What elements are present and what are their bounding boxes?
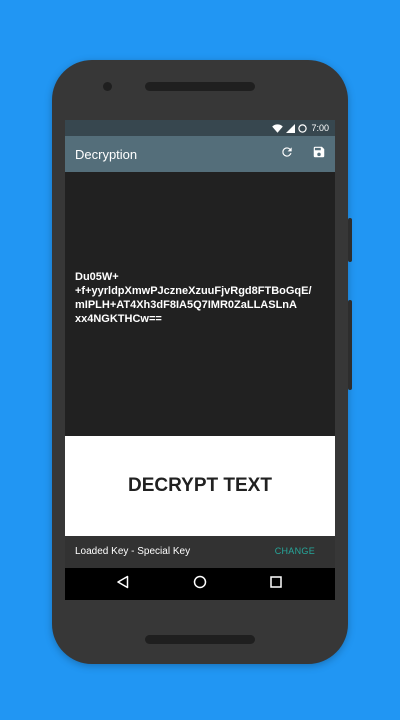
snackbar-message: Loaded Key - Special Key — [75, 546, 191, 557]
bottom-speaker — [145, 635, 255, 644]
navigation-bar — [65, 568, 335, 600]
power-button — [348, 218, 352, 262]
camera-icon — [103, 82, 112, 91]
status-bar: 7:00 — [65, 120, 335, 136]
top-speaker — [145, 82, 255, 91]
status-time: 7:00 — [311, 123, 329, 133]
decrypt-text-button[interactable]: DECRYPT TEXT — [65, 436, 335, 536]
cipher-text: Du05W+ +f+yyrldpXmwPJczneXzuuFjvRgd8FTBo… — [75, 271, 312, 325]
cipher-text-area[interactable]: Du05W+ +f+yyrldpXmwPJczneXzuuFjvRgd8FTBo… — [65, 172, 335, 436]
device-screen: 7:00 Decryption Du05W+ +f+yyrldpXmwPJczn… — [65, 120, 335, 600]
refresh-button[interactable] — [279, 146, 295, 162]
app-bar: Decryption — [65, 136, 335, 172]
back-button[interactable] — [115, 575, 131, 594]
home-icon — [193, 575, 207, 594]
volume-button — [348, 300, 352, 390]
home-button[interactable] — [192, 575, 208, 594]
recents-button[interactable] — [268, 575, 284, 594]
back-icon — [116, 575, 130, 594]
change-key-button[interactable]: CHANGE — [275, 546, 315, 556]
refresh-icon — [280, 145, 294, 164]
decrypt-text-label: DECRYPT TEXT — [128, 475, 272, 496]
wifi-icon — [272, 123, 284, 133]
signal-icon — [286, 123, 296, 133]
page-title: Decryption — [75, 147, 138, 162]
battery-icon — [298, 123, 308, 133]
status-icons: 7:00 — [272, 122, 329, 134]
snackbar: Loaded Key - Special Key CHANGE — [65, 536, 335, 568]
save-button[interactable] — [311, 146, 327, 162]
recents-icon — [269, 575, 283, 594]
save-icon — [312, 145, 326, 164]
